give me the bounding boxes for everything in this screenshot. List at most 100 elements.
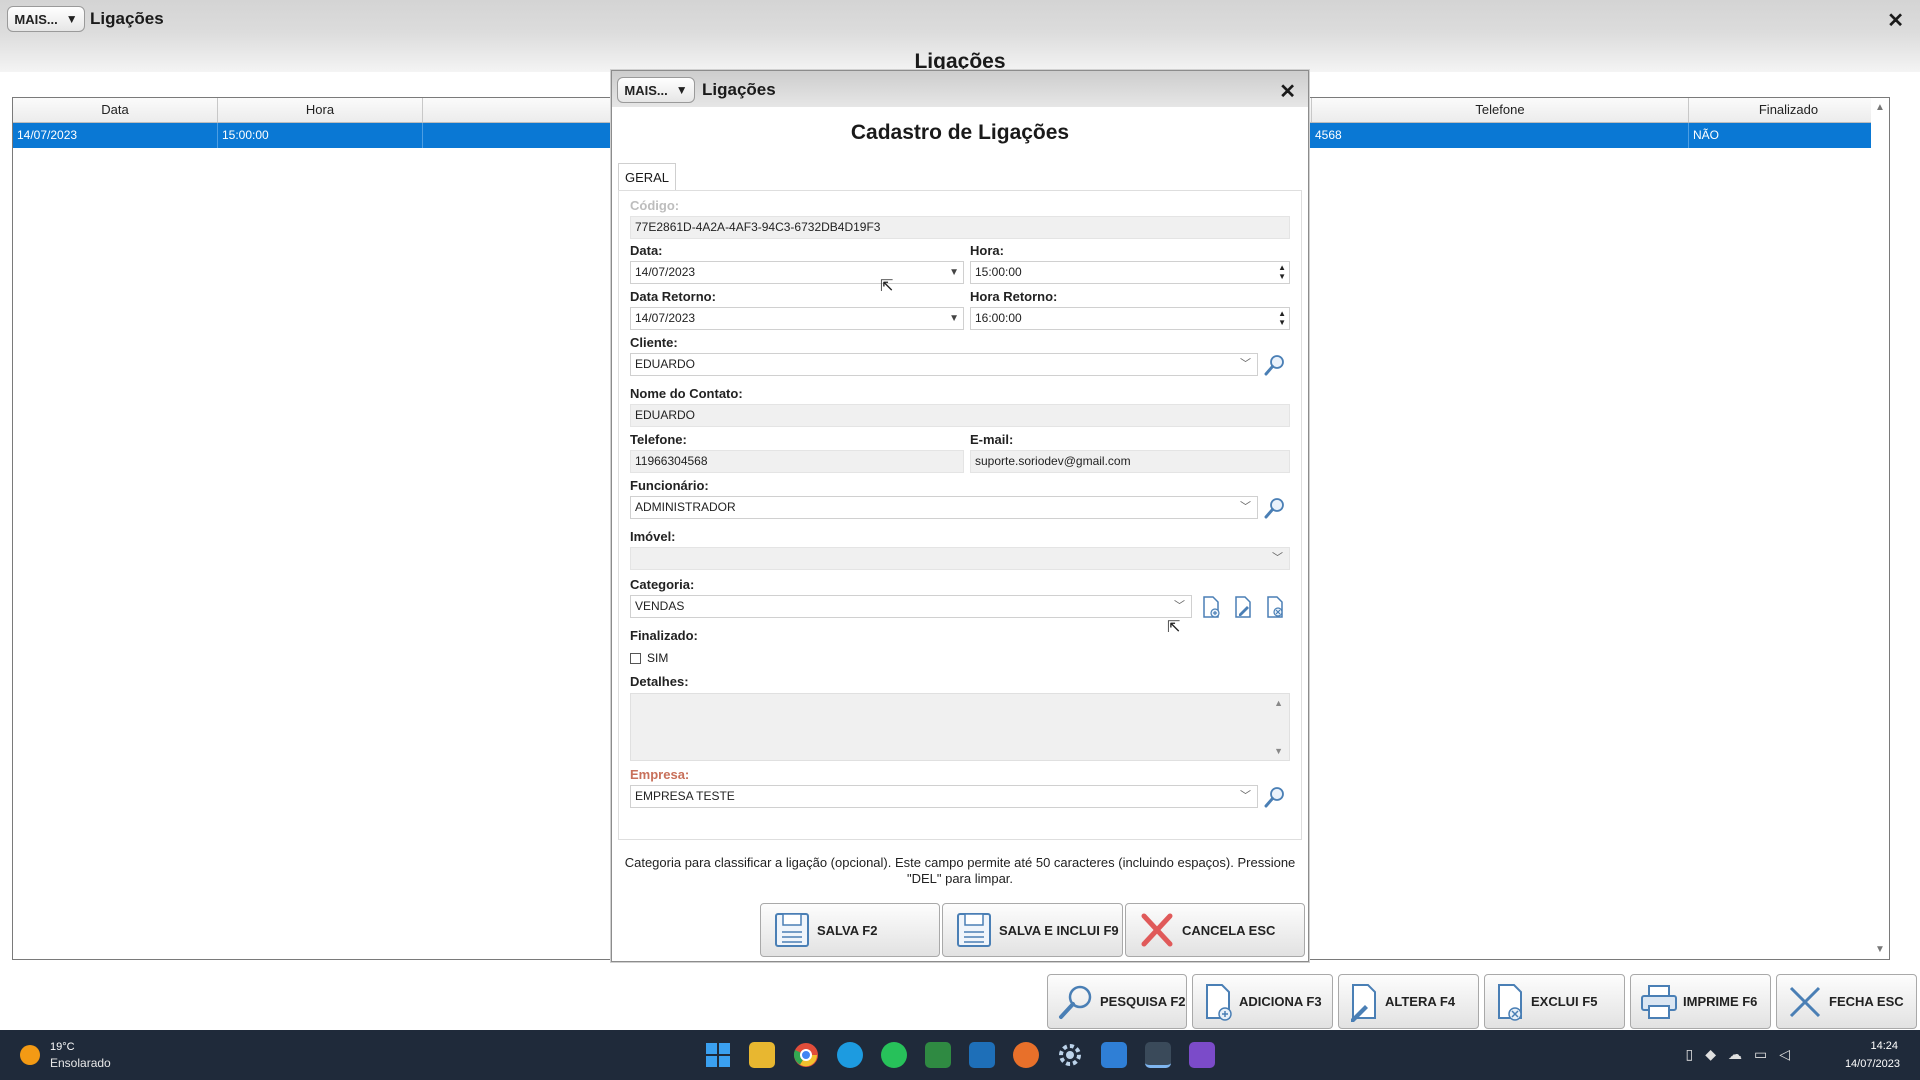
categoria-combobox[interactable]: VENDAS ﹀ <box>630 595 1192 618</box>
empresa-combobox[interactable]: EMPRESA TESTE ﹀ <box>630 785 1258 808</box>
data-retorno-value: 14/07/2023 <box>635 311 696 325</box>
file-explorer-icon[interactable] <box>749 1042 775 1068</box>
fecha-button[interactable]: FECHA ESC <box>1776 974 1917 1029</box>
settings-gear-icon[interactable] <box>1057 1042 1083 1068</box>
detalhes-label: Detalhes: <box>630 674 689 689</box>
cancela-label: CANCELA ESC <box>1182 922 1276 938</box>
dialog-heading: Cadastro de Ligações <box>850 121 1070 144</box>
nome-contato-field[interactable]: EDUARDO <box>630 404 1290 427</box>
dropdown-arrow-icon[interactable]: ▼ <box>949 308 959 329</box>
funcionario-combobox[interactable]: ADMINISTRADOR ﹀ <box>630 496 1258 519</box>
chevron-down-icon[interactable]: ﹀ <box>1272 548 1283 569</box>
chevron-down-icon[interactable]: ﹀ <box>1240 786 1251 807</box>
empresa-search-icon[interactable] <box>1263 785 1287 809</box>
firefox-icon[interactable] <box>1013 1042 1039 1068</box>
imovel-combobox[interactable]: ﹀ <box>630 547 1290 570</box>
data-retorno-label: Data Retorno: <box>630 289 716 304</box>
clock-date[interactable]: 14/07/2023 <box>1845 1058 1900 1070</box>
adiciona-label: ADICIONA F3 <box>1239 994 1322 1009</box>
column-header-telefone[interactable]: Telefone <box>1311 98 1689 122</box>
hora-time-field[interactable]: 15:00:00 ▲ ▼ <box>970 261 1290 284</box>
column-header-blank[interactable] <box>423 98 623 122</box>
cancela-button[interactable]: CANCELA ESC <box>1125 903 1305 957</box>
cloud-icon[interactable]: ☁ <box>1728 1046 1742 1063</box>
add-doc-icon <box>1206 983 1232 1021</box>
scroll-up-icon[interactable]: ▲ <box>1274 698 1283 708</box>
shield-icon[interactable]: ◆ <box>1705 1046 1716 1063</box>
altera-button[interactable]: ALTERA F4 <box>1338 974 1479 1029</box>
window-title: Ligações <box>90 9 164 28</box>
telefone-field[interactable]: 11966304568 <box>630 450 964 473</box>
chevron-down-icon[interactable]: ﹀ <box>1240 497 1251 518</box>
notepad-icon[interactable] <box>1101 1042 1127 1068</box>
dialog-mais-button[interactable]: MAIS... ▼ <box>617 77 695 103</box>
data-value: 14/07/2023 <box>635 265 696 279</box>
spinner-icon[interactable]: ▲ ▼ <box>1278 309 1286 327</box>
main-mais-button[interactable]: MAIS... ▼ <box>7 6 85 32</box>
sun-icon[interactable] <box>20 1045 40 1065</box>
chrome-icon[interactable] <box>793 1042 819 1068</box>
scroll-down-icon[interactable]: ▼ <box>1875 944 1885 955</box>
cell-hora: 15:00:00 <box>218 123 423 148</box>
clock-time[interactable]: 14:24 <box>1870 1040 1898 1052</box>
app-icon[interactable] <box>969 1042 995 1068</box>
weather-description[interactable]: Ensolarado <box>50 1056 111 1070</box>
categoria-add-icon[interactable] <box>1199 595 1223 619</box>
finalizado-checkbox[interactable]: SIM <box>630 651 668 665</box>
hora-label: Hora: <box>970 243 1004 258</box>
data-date-picker[interactable]: 14/07/2023 ▼ <box>630 261 964 284</box>
caret-down-icon: ▼ <box>675 83 688 97</box>
hora-retorno-time-field[interactable]: 16:00:00 ▲ ▼ <box>970 307 1290 330</box>
cadastro-dialog: MAIS... ▼ Ligações ✕ Cadastro de Ligaçõe… <box>611 70 1309 962</box>
whatsapp-icon[interactable] <box>881 1042 907 1068</box>
dialog-titlebar: MAIS... ▼ Ligações ✕ <box>612 71 1308 107</box>
funcionario-value: ADMINISTRADOR <box>635 500 736 514</box>
data-retorno-date-picker[interactable]: 14/07/2023 ▼ <box>630 307 964 330</box>
hora-value: 15:00:00 <box>975 265 1022 279</box>
chevron-down-icon[interactable]: ﹀ <box>1174 596 1185 617</box>
salva-button[interactable]: SALVA F2 <box>760 903 940 957</box>
email-field[interactable]: suporte.soriodev@gmail.com <box>970 450 1290 473</box>
funcionario-label: Funcionário: <box>630 478 709 493</box>
column-header-hora[interactable]: Hora <box>218 98 423 122</box>
salva-e-inclui-button[interactable]: SALVA E INCLUI F9 <box>942 903 1123 957</box>
pesquisa-button[interactable]: PESQUISA F2 <box>1047 974 1187 1029</box>
scroll-up-icon[interactable]: ▲ <box>1875 102 1885 113</box>
adiciona-button[interactable]: ADICIONA F3 <box>1192 974 1333 1029</box>
app-icon[interactable] <box>1189 1042 1215 1068</box>
dropdown-arrow-icon[interactable]: ▼ <box>949 262 959 283</box>
checkbox-box[interactable] <box>630 652 641 664</box>
save-icon <box>957 913 991 947</box>
close-window-icon[interactable]: ✕ <box>1887 8 1904 33</box>
categoria-edit-icon[interactable] <box>1231 595 1255 619</box>
mais-label: MAIS... <box>624 82 668 98</box>
edge-icon[interactable] <box>837 1042 863 1068</box>
cliente-search-icon[interactable] <box>1263 353 1287 377</box>
exclui-button[interactable]: EXCLUI F5 <box>1484 974 1625 1029</box>
cliente-combobox[interactable]: EDUARDO ﹀ <box>630 353 1258 376</box>
tab-geral[interactable]: GERAL <box>618 163 676 191</box>
volume-icon[interactable]: ◁ <box>1779 1046 1790 1063</box>
weather-temperature[interactable]: 19°C <box>50 1041 75 1053</box>
altera-label: ALTERA F4 <box>1385 994 1456 1009</box>
spinner-icon[interactable]: ▲ ▼ <box>1278 263 1286 281</box>
close-x-icon <box>1789 986 1821 1017</box>
usb-icon[interactable]: ▯ <box>1685 1046 1693 1063</box>
close-dialog-icon[interactable]: ✕ <box>1279 79 1296 104</box>
grid-scrollbar[interactable]: ▲ ▼ <box>1871 98 1889 959</box>
exclui-label: EXCLUI F5 <box>1531 994 1598 1009</box>
detalhes-textarea[interactable]: ▲ ▼ <box>630 693 1290 761</box>
chevron-down-icon[interactable]: ﹀ <box>1240 354 1251 375</box>
cell-data: 14/07/2023 <box>13 123 218 148</box>
categoria-delete-icon[interactable] <box>1263 595 1287 619</box>
funcionario-search-icon[interactable] <box>1263 496 1287 520</box>
categoria-label: Categoria: <box>630 577 695 592</box>
start-icon[interactable] <box>705 1042 731 1068</box>
network-icon[interactable]: ▭ <box>1754 1046 1767 1063</box>
active-app-icon[interactable] <box>1145 1042 1171 1068</box>
imprime-button[interactable]: IMPRIME F6 <box>1630 974 1771 1029</box>
spreadsheet-icon[interactable] <box>925 1042 951 1068</box>
column-header-data[interactable]: Data <box>13 98 218 122</box>
scroll-down-icon[interactable]: ▼ <box>1274 746 1283 756</box>
column-header-finalizado[interactable]: Finalizado <box>1689 98 1889 122</box>
